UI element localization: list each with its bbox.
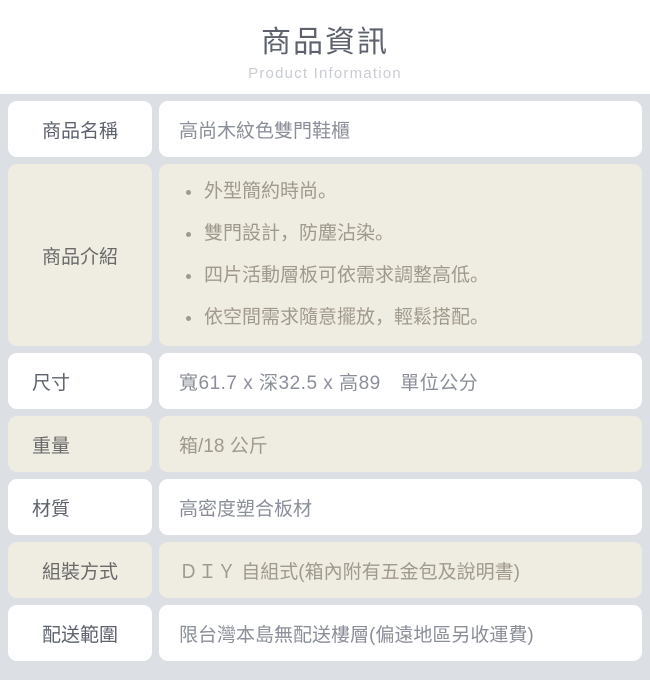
list-item: 外型簡約時尚。 xyxy=(183,171,630,213)
product-info-page: 商品資訊 Product Information 商品名稱 高尚木紋色雙門鞋櫃 … xyxy=(0,0,650,680)
list-item: 依空間需求隨意擺放，輕鬆搭配。 xyxy=(183,297,630,339)
page-header: 商品資訊 Product Information xyxy=(0,0,650,94)
row-value-material: 高密度塑合板材 xyxy=(159,479,642,535)
row-label-material-text: 材質 xyxy=(32,498,71,520)
product-info-table: 商品名稱 高尚木紋色雙門鞋櫃 商品介紹 外型簡約時尚。 雙門設計，防塵沾染。 四… xyxy=(8,101,642,661)
table-row: 組裝方式 ＤＩＹ 自組式(箱內附有五金包及說明書) xyxy=(8,542,642,598)
row-label-product-name: 商品名稱 xyxy=(8,101,152,157)
table-row: 重量 箱/18 公斤 xyxy=(8,416,642,472)
row-label-weight: 重量 xyxy=(8,416,152,472)
row-label-assembly: 組裝方式 xyxy=(8,542,152,598)
row-label-material: 材質 xyxy=(8,479,152,535)
table-row: 商品介紹 外型簡約時尚。 雙門設計，防塵沾染。 四片活動層板可依需求調整高低。 … xyxy=(8,164,642,346)
table-row: 材質 高密度塑合板材 xyxy=(8,479,642,535)
table-row: 商品名稱 高尚木紋色雙門鞋櫃 xyxy=(8,101,642,157)
row-value-weight: 箱/18 公斤 xyxy=(159,416,642,472)
row-value-shipping: 限台灣本島無配送樓層(偏遠地區另收運費) xyxy=(159,605,642,661)
row-value-product-name: 高尚木紋色雙門鞋櫃 xyxy=(159,101,642,157)
row-label-dimensions: 尺寸 xyxy=(8,353,152,409)
page-title: 商品資訊 xyxy=(261,26,389,59)
product-info-table-wrapper: 商品名稱 高尚木紋色雙門鞋櫃 商品介紹 外型簡約時尚。 雙門設計，防塵沾染。 四… xyxy=(0,94,650,680)
row-value-assembly: ＤＩＹ 自組式(箱內附有五金包及說明書) xyxy=(159,542,642,598)
row-value-dimensions: 寬61.7 x 深32.5 x 高89 單位公分 xyxy=(159,353,642,409)
table-row: 尺寸 寬61.7 x 深32.5 x 高89 單位公分 xyxy=(8,353,642,409)
row-label-weight-text: 重量 xyxy=(32,435,71,457)
intro-bullet-list: 外型簡約時尚。 雙門設計，防塵沾染。 四片活動層板可依需求調整高低。 依空間需求… xyxy=(183,171,630,339)
row-label-product-intro: 商品介紹 xyxy=(8,164,152,346)
table-row: 配送範圍 限台灣本島無配送樓層(偏遠地區另收運費) xyxy=(8,605,642,661)
list-item: 雙門設計，防塵沾染。 xyxy=(183,213,630,255)
row-label-shipping: 配送範圍 xyxy=(8,605,152,661)
row-label-dimensions-text: 尺寸 xyxy=(32,372,71,394)
list-item: 四片活動層板可依需求調整高低。 xyxy=(183,255,630,297)
row-value-product-intro: 外型簡約時尚。 雙門設計，防塵沾染。 四片活動層板可依需求調整高低。 依空間需求… xyxy=(159,164,642,346)
page-subtitle: Product Information xyxy=(248,65,402,82)
